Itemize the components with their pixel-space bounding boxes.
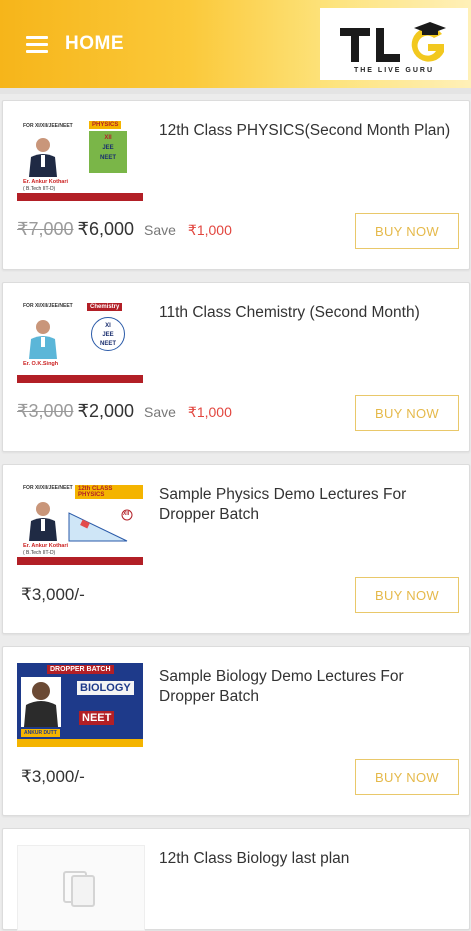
logo-tagline: THE LIVE GURU xyxy=(353,67,435,74)
logo-mark xyxy=(340,22,446,62)
thumb-exam-1: JEE xyxy=(102,332,114,338)
teacher-photo xyxy=(29,502,57,541)
thumb-exam-box: XII JEE NEET xyxy=(89,131,127,173)
book-placeholder-icon xyxy=(63,871,95,907)
thumb-exam: NEET xyxy=(79,711,115,725)
old-price: ₹7,000 xyxy=(17,219,74,239)
thumb-header-text: FOR XI/XII/JEE/NEET xyxy=(23,123,73,129)
thumb-footer-bar xyxy=(17,375,143,383)
thumb-grade: XII xyxy=(104,135,112,141)
header-divider xyxy=(0,88,471,94)
thumb-teacher: ANKUR DUTT xyxy=(21,729,60,737)
teacher-photo xyxy=(29,320,57,359)
page-title: HOME xyxy=(65,33,124,54)
price-row: ₹7,000 ₹6,000 Save ₹1,000 xyxy=(17,219,232,240)
thumb-exam-2: NEET xyxy=(99,341,116,347)
course-thumbnail[interactable]: FOR XI/XII/JEE/NEET 12th CLASS PHYSICS X… xyxy=(17,481,143,565)
course-thumbnail[interactable] xyxy=(17,845,145,931)
thumb-footer-bar xyxy=(17,739,143,747)
incline-diagram-icon xyxy=(68,509,133,542)
thumb-teacher: Er. Ankur Kothari xyxy=(23,179,69,185)
course-thumbnail[interactable]: FOR XI/XII/JEE/NEET Chemistry Er. O.K.Si… xyxy=(17,299,143,383)
course-title[interactable]: 12th Class Biology last plan xyxy=(159,849,451,869)
teacher-photo xyxy=(21,677,61,727)
course-card[interactable]: FOR XI/XII/JEE/NEET PHYSICS Er. Ankur Ko… xyxy=(2,100,470,270)
thumb-footer-bar xyxy=(17,193,143,201)
buy-now-button[interactable]: BUY NOW xyxy=(355,213,459,249)
thumb-banner: DROPPER BATCH xyxy=(47,665,114,674)
course-title[interactable]: Sample Biology Demo Lectures For Dropper… xyxy=(159,667,451,707)
thumb-footer-bar xyxy=(17,557,143,565)
course-title[interactable]: 11th Class Chemistry (Second Month) xyxy=(159,303,451,323)
thumb-teacher: Er. O.K.Singh xyxy=(23,361,59,367)
teacher-photo xyxy=(29,138,57,177)
price-row: ₹3,000 ₹2,000 Save ₹1,000 xyxy=(17,401,232,422)
buy-now-button[interactable]: BUY NOW xyxy=(355,759,459,795)
thumb-teacher: Er. Ankur Kothari xyxy=(23,543,69,549)
thumb-header-text: FOR XI/XII/JEE/NEET xyxy=(23,303,73,309)
price: ₹3,000/- xyxy=(21,585,85,604)
save-amount: ₹1,000 xyxy=(187,222,232,238)
save-label: Save xyxy=(144,222,176,238)
tlg-logo[interactable]: THE LIVE GURU xyxy=(320,8,468,80)
thumb-teacher-sub: ( B.Tech IIT-D) xyxy=(23,186,56,192)
thumb-header-text: FOR XI/XII/JEE/NEET xyxy=(23,485,73,491)
old-price: ₹3,000 xyxy=(17,401,74,421)
save-label: Save xyxy=(144,404,176,420)
course-title[interactable]: 12th Class PHYSICS(Second Month Plan) xyxy=(159,121,451,141)
thumb-subject: 12th CLASS PHYSICS xyxy=(75,485,143,499)
buy-now-button[interactable]: BUY NOW xyxy=(355,395,459,431)
thumb-exam-1: JEE xyxy=(102,145,114,151)
thumb-exam-circle: XI JEE NEET xyxy=(91,317,125,351)
course-card[interactable]: FOR XI/XII/JEE/NEET 12th CLASS PHYSICS X… xyxy=(2,464,470,634)
new-price: ₹2,000 xyxy=(77,401,135,421)
app-bar: HOME THE LIVE GURU xyxy=(0,0,471,88)
course-thumbnail[interactable]: FOR XI/XII/JEE/NEET PHYSICS Er. Ankur Ko… xyxy=(17,117,143,201)
course-card[interactable]: FOR XI/XII/JEE/NEET Chemistry Er. O.K.Si… xyxy=(2,282,470,452)
thumb-subject: PHYSICS xyxy=(89,121,122,129)
price: ₹3,000/- xyxy=(21,767,85,786)
thumb-exam-2: NEET xyxy=(99,155,116,161)
menu-icon[interactable] xyxy=(26,36,48,54)
thumb-teacher-sub: ( B.Tech IIT-D) xyxy=(23,550,56,556)
save-amount: ₹1,000 xyxy=(187,404,232,420)
thumb-subject: Chemistry xyxy=(87,303,123,311)
course-title[interactable]: Sample Physics Demo Lectures For Dropper… xyxy=(159,485,451,525)
thumb-grade: XII xyxy=(123,511,130,517)
buy-now-button[interactable]: BUY NOW xyxy=(355,577,459,613)
thumb-subject: BIOLOGY xyxy=(77,681,134,695)
course-thumbnail[interactable]: DROPPER BATCH BIOLOGY NEET ANKUR DUTT xyxy=(17,663,143,747)
course-card[interactable]: DROPPER BATCH BIOLOGY NEET ANKUR DUTT Sa… xyxy=(2,646,470,816)
course-card[interactable]: 12th Class Biology last plan xyxy=(2,828,470,931)
thumb-grade: XI xyxy=(105,323,111,329)
new-price: ₹6,000 xyxy=(77,219,135,239)
